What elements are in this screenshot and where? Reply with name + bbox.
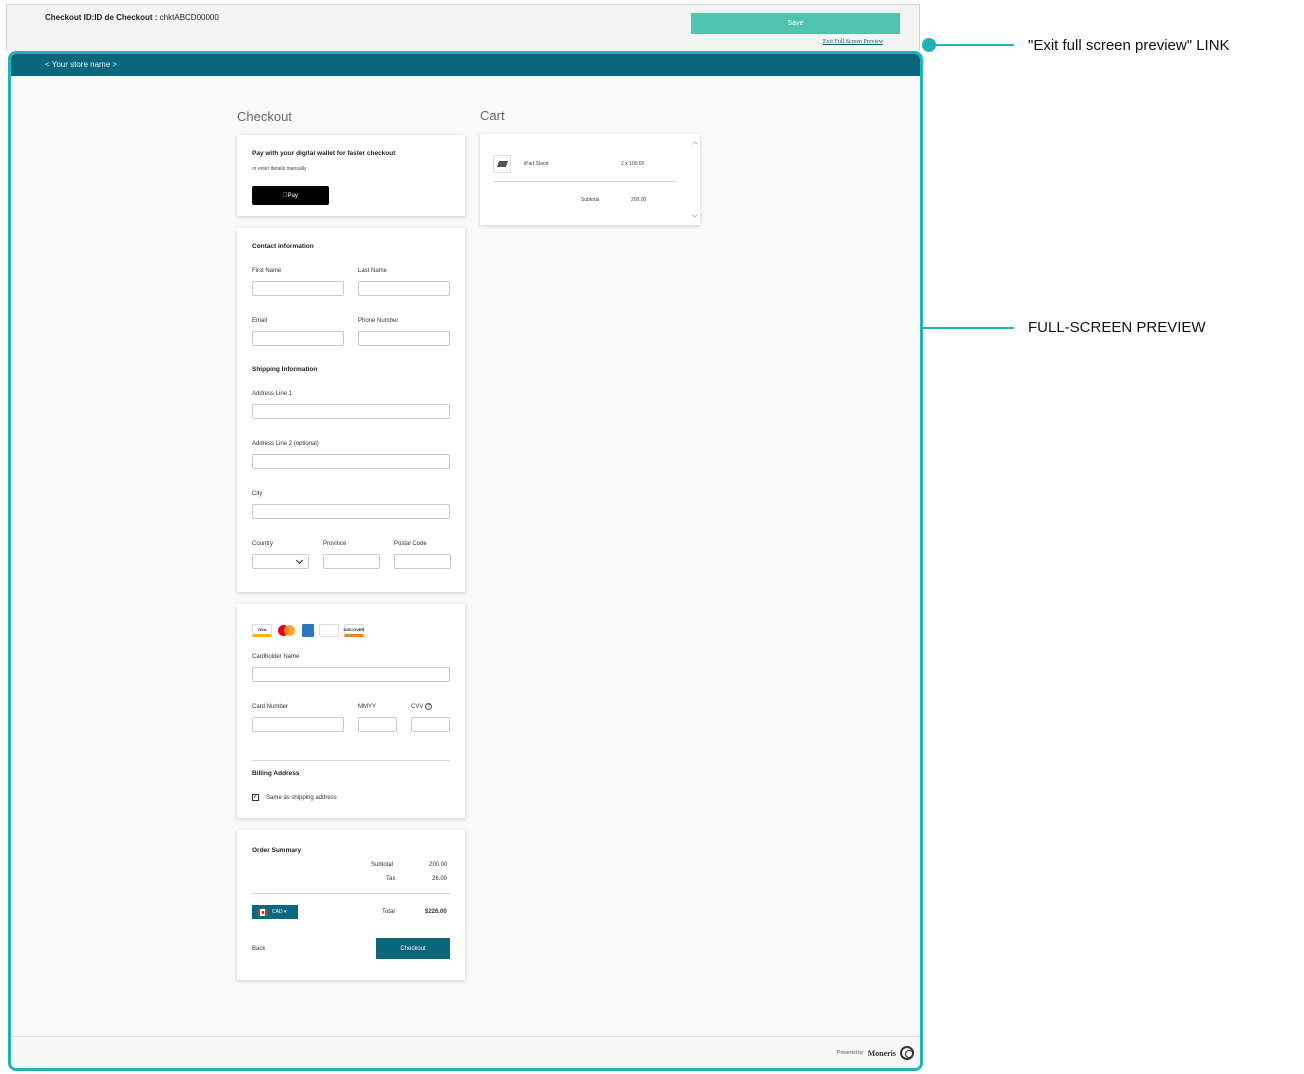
contact-shipping-card: Contact information First Name Last Name… [237,228,465,592]
billing-heading: Billing Address [252,770,300,777]
currency-select[interactable]: CAD ▾ [252,905,298,919]
address2-label: Address Line 2 (optional) [252,441,319,447]
store-name: < Your store name > [45,60,118,69]
postal-label: Postal Code [394,541,427,547]
back-link[interactable]: Back [252,946,265,952]
moneris-logo: Moneris [867,1048,896,1058]
email-label: Email [252,318,268,324]
phone-input[interactable] [358,331,450,346]
address1-label: Address Line 1 [252,391,293,397]
province-label: Province [323,541,347,547]
mastercard-icon [277,624,297,637]
callout-line-exit [934,44,1014,46]
same-as-shipping-label: Same as shipping address [266,795,337,801]
discover-icon: DISCOVER [344,624,364,637]
postal-input[interactable] [394,554,451,569]
tax-value: 26.00 [432,876,448,882]
checkout-id-value: chktABCD00000 [159,13,219,22]
address1-input[interactable] [252,404,450,419]
total-label: Total [382,909,395,915]
cardholder-label: Cardholder Name [252,654,300,660]
cart-card: iPad Stand 2 x 100.00 Subtotal 200.00 [480,134,700,225]
checkout-heading: Checkout [237,109,292,124]
mmyy-input[interactable] [358,717,397,732]
first-name-label: First Name [252,268,282,274]
admin-header: Checkout ID:ID de Checkout : chktABCD000… [6,4,920,51]
country-label: Country [252,541,274,547]
help-icon[interactable]: ? [425,703,433,710]
product-thumbnail [493,155,511,173]
divider [494,181,676,182]
cvv-label: CVV [411,704,424,710]
visa-icon: VISA [252,624,272,637]
country-select[interactable] [252,554,309,569]
diners-club-icon [319,624,339,637]
scroll-up-icon[interactable] [692,141,698,147]
callout-full-screen: FULL-SCREEN PREVIEW [1028,319,1206,336]
checkout-id-label: Checkout ID:ID de Checkout : [45,13,160,22]
cardholder-input[interactable] [252,667,450,682]
order-summary-card: Order Summary Subtotal 200.00 Tax 26.00 … [237,830,465,980]
currency-label: CAD ▾ [272,909,287,915]
save-button[interactable]: Save [691,13,900,34]
checkout-button[interactable]: Checkout [376,938,450,959]
wallet-card: Pay with your digital wallet for faster … [237,135,465,216]
cvv-label-group: CVV? [411,703,433,710]
divider [252,760,450,761]
cart-item-name: iPad Stand [524,161,549,167]
city-input[interactable] [252,504,450,519]
email-input[interactable] [252,331,344,346]
store-header: < Your store name > [11,54,920,76]
full-screen-preview: < Your store name > Checkout Cart Pay wi… [8,51,923,1071]
powered-by: Powered by Moneris [837,1046,914,1060]
apple-pay-button[interactable]: Pay [252,186,329,205]
summary-subtotal-value: 200.00 [429,862,448,868]
address2-input[interactable] [252,454,450,469]
canada-flag-icon [257,908,268,916]
same-as-shipping-checkbox[interactable]: ✓ [252,794,259,801]
moneris-logo-icon [900,1046,914,1060]
cart-subtotal-value: 200.00 [631,197,647,203]
scroll-down-icon[interactable] [692,212,698,218]
wallet-subtitle: or enter details manually [252,166,307,172]
contact-heading: Contact information [252,243,314,250]
card-number-input[interactable] [252,717,344,732]
city-label: City [252,491,263,497]
preview-footer: Powered by Moneris [11,1036,920,1068]
phone-label: Phone Number [358,318,399,324]
card-number-label: Card Number [252,704,289,710]
province-input[interactable] [323,554,380,569]
first-name-input[interactable] [252,281,344,296]
cart-item-qty-price: 2 x 100.00 [621,161,645,167]
total-value: $226.00 [425,909,447,915]
amex-icon [302,624,314,637]
tax-label: Tax [386,876,396,882]
summary-heading: Order Summary [252,847,302,854]
cart-subtotal-label: Subtotal [581,197,600,203]
exit-full-screen-link[interactable]: Exit Full Screen Preview [823,39,883,45]
summary-subtotal-label: Subtotal [371,862,394,868]
payment-card: VISA DISCOVER Cardholder Name Card Numbe… [237,604,465,818]
callout-exit-link: "Exit full screen preview" LINK [1028,37,1230,54]
powered-by-label: Powered by [837,1050,864,1056]
chevron-down-icon [295,556,304,564]
cvv-input[interactable] [411,717,450,732]
mmyy-label: MMYY [358,704,376,710]
cart-heading: Cart [480,108,505,123]
divider [252,893,450,894]
screenshot: Checkout ID:ID de Checkout : chktABCD000… [0,0,1304,1074]
wallet-title: Pay with your digital wallet for faster … [252,150,396,157]
last-name-label: Last Name [358,268,388,274]
card-brands: VISA DISCOVER [252,624,364,637]
callout-line-preview [922,327,1014,329]
checkout-id-title: Checkout ID:ID de Checkout : chktABCD000… [45,13,219,22]
shipping-heading: Shipping Information [252,366,318,373]
last-name-input[interactable] [358,281,450,296]
